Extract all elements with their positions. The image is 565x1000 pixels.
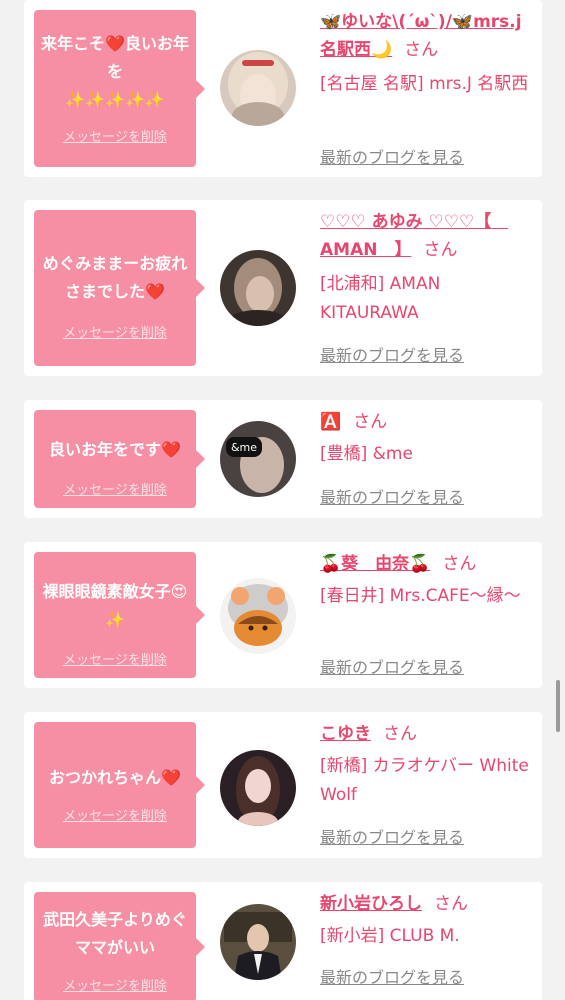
avatar[interactable] — [220, 578, 296, 654]
honorific: さん — [404, 40, 439, 60]
latest-blog-link[interactable]: 最新のブログを見る — [320, 654, 464, 678]
svg-text:&me: &me — [231, 441, 257, 454]
latest-blog-link[interactable]: 最新のブログを見る — [320, 484, 464, 508]
avatar[interactable]: &me — [220, 421, 296, 497]
message-text: 裸眼眼鏡素敵女子😍✨ — [42, 582, 188, 629]
message-bubble: 来年こそ❤️良いお年を ✨✨✨✨✨ メッセージを削除 — [34, 10, 205, 167]
honorific: さん — [442, 554, 477, 574]
latest-blog-link[interactable]: 最新のブログを見る — [320, 342, 464, 366]
delete-message-link[interactable]: メッセージを削除 — [34, 126, 196, 145]
message-text: めぐみままーお疲れさまでした❤️ — [42, 254, 188, 301]
shop-location: [北浦和] AMAN KITAURAWA — [320, 274, 441, 323]
message-card: めぐみままーお疲れさまでした❤️ メッセージを削除 ♡♡♡ あゆみ ♡♡♡【 A… — [24, 200, 542, 376]
avatar[interactable] — [220, 904, 296, 980]
honorific: さん — [383, 724, 417, 744]
message-bubble: 武田久美子よりめぐママがいい メッセージを削除 — [34, 892, 205, 1000]
message-card: 裸眼眼鏡素敵女子😍✨ メッセージを削除 🍒葵 由奈🍒 さん [春日井] Mrs.C… — [24, 542, 542, 688]
message-card: 良いお年をです❤️ メッセージを削除 &me 🅰️ さん [豊橋] &me 最新の… — [24, 400, 542, 518]
delete-message-link[interactable]: メッセージを削除 — [34, 805, 196, 824]
shop-location: [名古屋 名駅] mrs.J 名駅西 — [320, 74, 529, 94]
message-bubble: めぐみままーお疲れさまでした❤️ メッセージを削除 — [34, 210, 205, 366]
avatar[interactable] — [220, 750, 296, 826]
message-text: おつかれちゃん❤️ — [49, 768, 181, 787]
delete-message-link[interactable]: メッセージを削除 — [34, 479, 196, 498]
girl-longhair-avatar-icon — [220, 750, 296, 826]
girl-andme-avatar-icon: &me — [220, 421, 296, 497]
message-card: 来年こそ❤️良いお年を ✨✨✨✨✨ メッセージを削除 🦋ゆいな\(´ω`)/🦋m… — [24, 0, 542, 177]
avatar[interactable] — [220, 50, 296, 126]
girl-dark-avatar-icon — [220, 250, 296, 326]
profile-name-link[interactable]: 🅰️ — [320, 412, 341, 432]
man-suit-avatar-icon — [220, 904, 296, 980]
profile-name-link[interactable]: 🍒葵 由奈🍒 — [320, 554, 430, 574]
scrollbar[interactable] — [556, 680, 560, 732]
honorific: さん — [434, 894, 468, 914]
delete-message-link[interactable]: メッセージを削除 — [34, 322, 196, 341]
message-bubble: 裸眼眼鏡素敵女子😍✨ メッセージを削除 — [34, 552, 205, 678]
message-text: 来年こそ❤️良いお年を ✨✨✨✨✨ — [41, 34, 189, 109]
message-text: 武田久美子よりめぐママがいい — [43, 910, 187, 957]
bear-filter-avatar-icon — [220, 578, 296, 654]
message-text: 良いお年をです❤️ — [49, 440, 181, 459]
delete-message-link[interactable]: メッセージを削除 — [34, 649, 196, 668]
profile-name-link[interactable]: ♡♡♡ あゆみ ♡♡♡【 AMAN 】 — [320, 212, 508, 260]
girl-blonde-avatar-icon — [220, 50, 296, 126]
message-bubble: 良いお年をです❤️ メッセージを削除 — [34, 410, 205, 508]
latest-blog-link[interactable]: 最新のブログを見る — [320, 824, 464, 848]
shop-location: [新橋] カラオケバー White Wolf — [320, 756, 529, 805]
message-card: おつかれちゃん❤️ メッセージを削除 こゆき さん [新橋] カラオケバー Whi… — [24, 712, 542, 858]
shop-location: [新小岩] CLUB M. — [320, 926, 460, 946]
shop-location: [春日井] Mrs.CAFE〜縁〜 — [320, 586, 521, 606]
honorific: さん — [353, 412, 388, 432]
delete-message-link[interactable]: メッセージを削除 — [34, 975, 196, 994]
message-bubble: おつかれちゃん❤️ メッセージを削除 — [34, 722, 205, 848]
shop-location: [豊橋] &me — [320, 444, 413, 464]
avatar[interactable] — [220, 250, 296, 326]
latest-blog-link[interactable]: 最新のブログを見る — [320, 964, 464, 988]
message-card: 武田久美子よりめぐママがいい メッセージを削除 新小岩ひろし さん [新小岩] C… — [24, 882, 542, 1000]
honorific: さん — [423, 240, 458, 260]
latest-blog-link[interactable]: 最新のブログを見る — [320, 144, 464, 168]
profile-name-link[interactable]: 新小岩ひろし — [320, 894, 422, 914]
profile-name-link[interactable]: こゆき — [320, 724, 371, 744]
